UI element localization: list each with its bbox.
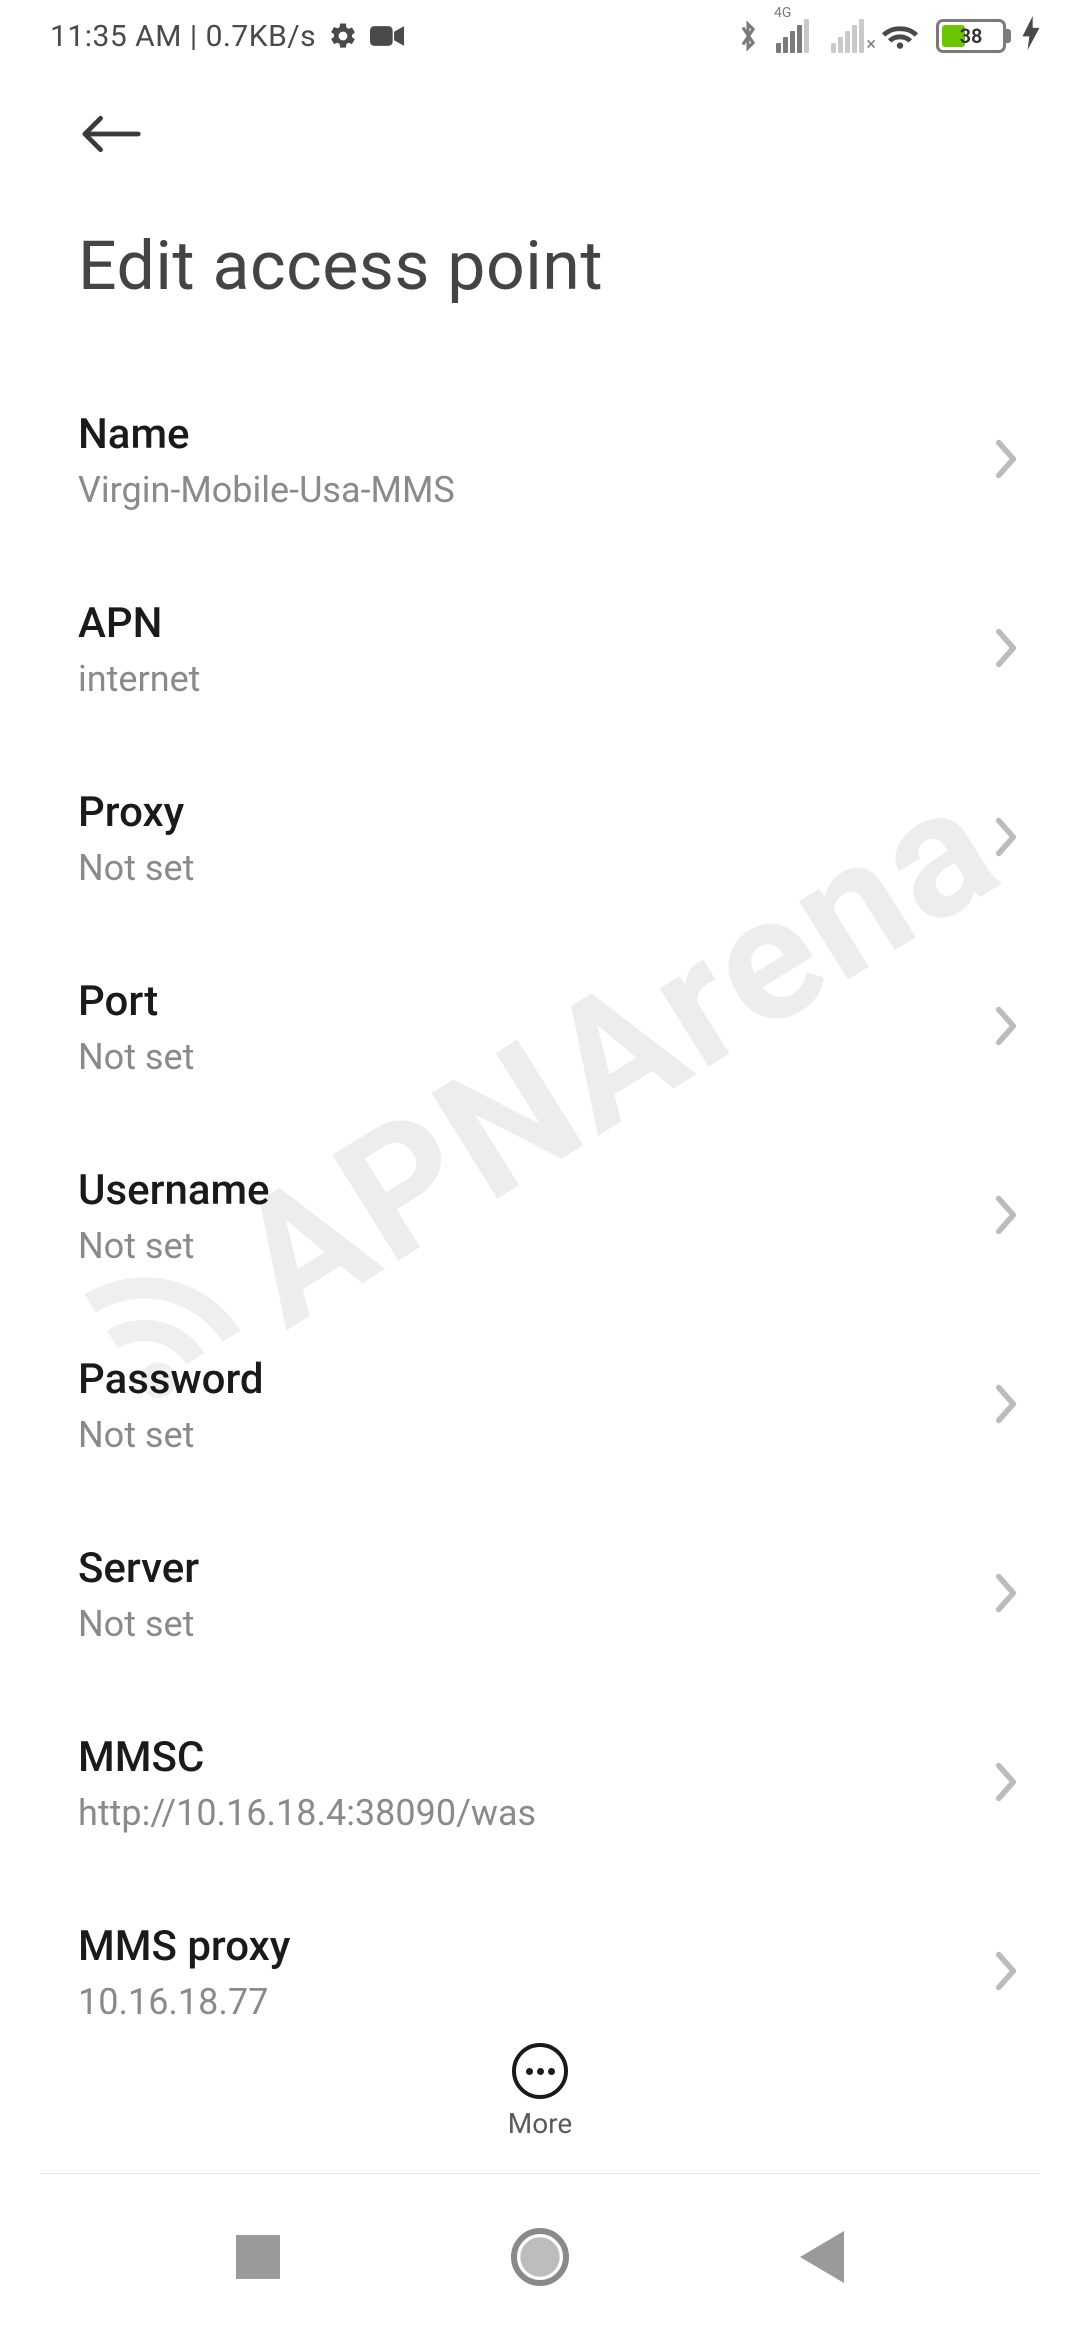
row-value: Not set — [78, 1036, 194, 1078]
row-username[interactable]: Username Not set — [78, 1122, 1030, 1311]
page-title: Edit access point — [0, 166, 1080, 336]
row-proxy[interactable]: Proxy Not set — [78, 744, 1030, 933]
camera-icon — [370, 23, 404, 49]
row-apn[interactable]: APN internet — [78, 555, 1030, 744]
row-label: MMSC — [78, 1733, 536, 1782]
signal-2-icon: × — [831, 19, 864, 53]
row-label: Server — [78, 1544, 199, 1593]
row-label: Name — [78, 410, 455, 459]
gear-icon — [328, 21, 358, 51]
battery-percent: 38 — [939, 24, 1003, 48]
content-area: Edit access point APNArena Name Virgin-M… — [0, 72, 1080, 2040]
row-label: Proxy — [78, 788, 194, 837]
row-label: APN — [78, 599, 200, 648]
bluetooth-icon — [736, 19, 760, 53]
row-password[interactable]: Password Not set — [78, 1311, 1030, 1500]
chevron-right-icon — [992, 1193, 1020, 1241]
row-mms-proxy[interactable]: MMS proxy 10.16.18.77 — [78, 1878, 1030, 2040]
more-label: More — [508, 2107, 573, 2140]
signal-1-icon: 4G — [776, 19, 809, 53]
more-button[interactable]: More — [0, 2043, 1080, 2140]
row-value: Virgin-Mobile-Usa-MMS — [78, 469, 455, 511]
battery-icon: 38 — [936, 19, 1006, 53]
charging-icon — [1022, 16, 1040, 57]
chevron-right-icon — [992, 626, 1020, 674]
nav-home-icon[interactable] — [511, 2228, 569, 2286]
chevron-right-icon — [992, 437, 1020, 485]
status-time: 11:35 AM | 0.7KB/s — [50, 19, 316, 54]
back-icon[interactable] — [78, 112, 1020, 156]
row-value: internet — [78, 658, 200, 700]
chevron-right-icon — [992, 815, 1020, 863]
chevron-right-icon — [992, 1949, 1020, 1997]
row-label: Username — [78, 1166, 270, 1215]
row-value: Not set — [78, 1603, 199, 1645]
chevron-right-icon — [992, 1382, 1020, 1430]
nav-recents-icon[interactable] — [236, 2235, 280, 2279]
status-bar: 11:35 AM | 0.7KB/s 4G × — [0, 0, 1080, 72]
row-server[interactable]: Server Not set — [78, 1500, 1030, 1689]
chevron-right-icon — [992, 1004, 1020, 1052]
settings-list: Name Virgin-Mobile-Usa-MMS APN internet … — [0, 336, 1080, 2040]
row-label: MMS proxy — [78, 1922, 290, 1971]
row-value: 10.16.18.77 — [78, 1981, 290, 2023]
signal-tech-label: 4G — [774, 5, 791, 21]
row-value: Not set — [78, 1414, 264, 1456]
row-name[interactable]: Name Virgin-Mobile-Usa-MMS — [78, 366, 1030, 555]
chevron-right-icon — [992, 1760, 1020, 1808]
row-value: http://10.16.18.4:38090/was — [78, 1792, 536, 1834]
row-label: Password — [78, 1355, 264, 1404]
row-label: Port — [78, 977, 194, 1026]
row-mmsc[interactable]: MMSC http://10.16.18.4:38090/was — [78, 1689, 1030, 1878]
row-port[interactable]: Port Not set — [78, 933, 1030, 1122]
chevron-right-icon — [992, 1571, 1020, 1619]
wifi-icon — [880, 20, 920, 52]
nav-back-icon[interactable] — [800, 2231, 844, 2283]
row-value: Not set — [78, 847, 194, 889]
status-left: 11:35 AM | 0.7KB/s — [50, 19, 404, 54]
row-value: Not set — [78, 1225, 270, 1267]
more-icon — [512, 2043, 568, 2099]
status-right: 4G × 38 — [736, 16, 1040, 57]
android-nav-bar — [0, 2174, 1080, 2340]
